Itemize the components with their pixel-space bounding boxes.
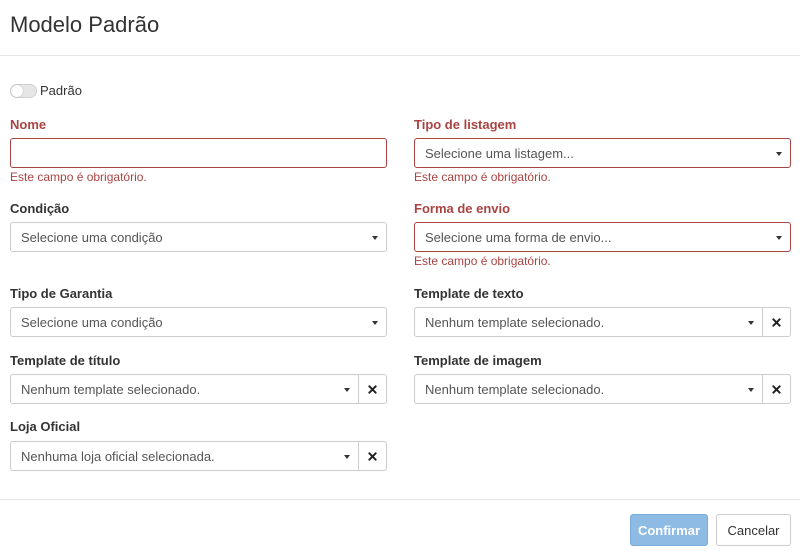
tipo-listagem-placeholder: Selecione uma listagem... [425, 146, 574, 161]
close-icon [368, 451, 377, 461]
tipo-garantia-label: Tipo de Garantia [10, 286, 113, 301]
chevron-down-icon [372, 236, 378, 240]
tipo-listagem-label: Tipo de listagem [414, 117, 517, 132]
chevron-down-icon [776, 236, 782, 240]
default-toggle-row[interactable]: Padrão [10, 83, 82, 98]
close-icon [772, 384, 781, 394]
forma-envio-label: Forma de envio [414, 201, 511, 216]
nome-input[interactable] [10, 138, 387, 168]
template-imagem-select[interactable]: Nenhum template selecionado. [414, 374, 763, 404]
condicao-select[interactable]: Selecione uma condição [10, 222, 387, 252]
template-titulo-select[interactable]: Nenhum template selecionado. [10, 374, 359, 404]
modal-title: Modelo Padrão [10, 12, 160, 37]
forma-envio-error: Este campo é obrigatório. [414, 254, 551, 268]
modal-footer: Confirmar Cancelar [0, 499, 800, 552]
chevron-down-icon [372, 321, 378, 325]
loja-oficial-clear-button[interactable] [358, 441, 387, 471]
template-texto-label: Template de texto [414, 286, 524, 301]
loja-oficial-placeholder: Nenhuma loja oficial selecionada. [21, 449, 215, 464]
tipo-garantia-select[interactable]: Selecione uma condição [10, 307, 387, 337]
nome-error: Este campo é obrigatório. [10, 170, 147, 184]
close-icon [368, 384, 377, 394]
default-toggle-label: Padrão [40, 83, 82, 98]
forma-envio-placeholder: Selecione uma forma de envio... [425, 230, 612, 245]
default-toggle[interactable] [10, 83, 37, 98]
condicao-placeholder: Selecione uma condição [21, 230, 163, 245]
close-icon [772, 317, 781, 327]
template-texto-clear-button[interactable] [762, 307, 791, 337]
chevron-down-icon [748, 388, 754, 392]
confirm-button[interactable]: Confirmar [630, 514, 708, 546]
forma-envio-select[interactable]: Selecione uma forma de envio... [414, 222, 791, 252]
chevron-down-icon [776, 152, 782, 156]
template-imagem-placeholder: Nenhum template selecionado. [425, 382, 605, 397]
modal-header: Modelo Padrão [0, 0, 800, 56]
chevron-down-icon [344, 455, 350, 459]
chevron-down-icon [748, 321, 754, 325]
nome-label: Nome [10, 117, 47, 132]
loja-oficial-label: Loja Oficial [10, 419, 81, 434]
template-imagem-label: Template de imagem [414, 353, 542, 368]
tipo-garantia-placeholder: Selecione uma condição [21, 315, 163, 330]
cancel-button[interactable]: Cancelar [716, 514, 791, 546]
template-texto-select[interactable]: Nenhum template selecionado. [414, 307, 763, 337]
template-imagem-clear-button[interactable] [762, 374, 791, 404]
template-titulo-placeholder: Nenhum template selecionado. [21, 382, 201, 397]
chevron-down-icon [344, 388, 350, 392]
template-texto-placeholder: Nenhum template selecionado. [425, 315, 605, 330]
tipo-listagem-select[interactable]: Selecione uma listagem... [414, 138, 791, 168]
tipo-listagem-error: Este campo é obrigatório. [414, 170, 551, 184]
toggle-knob [11, 84, 23, 97]
template-titulo-label: Template de título [10, 353, 121, 368]
condicao-label: Condição [10, 201, 70, 216]
template-titulo-clear-button[interactable] [358, 374, 387, 404]
loja-oficial-select[interactable]: Nenhuma loja oficial selecionada. [10, 441, 359, 471]
